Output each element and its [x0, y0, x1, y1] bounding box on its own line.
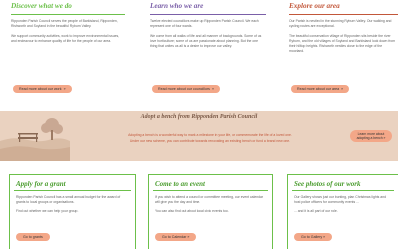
read-more-work-button[interactable]: Read more about our work» [13, 85, 72, 93]
read-more-area-button[interactable]: Read more about our area» [291, 85, 350, 93]
box-paragraph: If you wish to attend a council or commi… [155, 195, 263, 204]
column-text: Ripponden Parish Council serves the peop… [11, 19, 125, 44]
banner-text: Adopting a bench is a wonderful way to m… [90, 132, 330, 144]
grant-box: Apply for a grant Ripponden Parish Counc… [9, 174, 136, 249]
button-label: adopting a bench » [356, 136, 386, 141]
button-label: Go to Calendar [162, 235, 187, 239]
button-label: Read more about our work [19, 87, 62, 91]
box-rule [292, 190, 394, 191]
go-to-gallery-button[interactable]: Go to Gallery » [294, 233, 333, 241]
box-paragraph: Ripponden Parish Council has a small ann… [16, 195, 121, 204]
column-learn: Learn who we are Twelve elected councill… [150, 0, 266, 100]
column-paragraph: Ripponden Parish Council serves the peop… [11, 19, 118, 29]
adopt-bench-banner: Adopt a bench from Ripponden Parish Coun… [0, 111, 398, 161]
gallery-box: See photos of our work Our Gallery shows… [287, 174, 398, 249]
go-to-calendar-button[interactable]: Go to Calendar » [155, 233, 197, 241]
box-paragraph: You can also find out about local civic … [155, 209, 229, 213]
column-paragraph: We come from all walks of life and all m… [150, 34, 262, 49]
box-heading-event: Come to an event [155, 180, 205, 188]
column-rule [150, 14, 266, 15]
button-label: Go to grants [23, 235, 43, 239]
button-label: Read more about our area [297, 87, 340, 91]
column-paragraph: We support community activities, work to… [11, 34, 120, 44]
banner-title: Adopt a bench from Ripponden Parish Coun… [140, 114, 258, 120]
event-box: Come to an event If you wish to attend a… [148, 174, 273, 249]
button-label: Go to Gallery [301, 235, 323, 239]
column-rule [289, 14, 398, 15]
column-heading-learn: Learn who we are [150, 2, 204, 10]
box-text: If you wish to attend a council or commi… [149, 195, 272, 214]
adopt-bench-button[interactable]: Learn more about adopting a bench » [350, 130, 392, 142]
box-heading-gallery: See photos of our work [294, 180, 361, 188]
arrow-icon: » [323, 235, 326, 239]
column-heading-explore: Explore our area [289, 2, 340, 10]
read-more-councillors-button[interactable]: Read more about our councillors» [152, 85, 220, 93]
box-rule [153, 190, 268, 191]
box-heading-grant: Apply for a grant [16, 180, 66, 188]
column-discover: Discover what we do Ripponden Parish Cou… [11, 0, 125, 100]
box-text: Ripponden Parish Council has a small ann… [10, 195, 135, 214]
arrow-icon: » [63, 87, 66, 91]
column-heading-discover: Discover what we do [11, 2, 72, 10]
box-paragraph: Find out whether we can help your group. [16, 209, 79, 213]
column-paragraph: Twelve elected councillors make up Rippo… [150, 19, 259, 29]
column-rule [11, 14, 125, 15]
column-paragraph: The beautiful conservation village of Ri… [289, 34, 396, 54]
box-rule [14, 190, 131, 191]
column-explore: Explore our area Our Parish is nestled i… [289, 0, 398, 100]
column-paragraph: Our Parish is nestled in the stunning Ry… [289, 19, 392, 29]
arrow-icon: » [187, 235, 190, 239]
banner-line: Under our new scheme, you can contribute… [129, 139, 291, 143]
button-label: Read more about our councillors [158, 87, 210, 91]
column-text: Twelve elected councillors make up Rippo… [150, 19, 266, 49]
box-text: Our Gallery shows just our bunting, plan… [288, 195, 398, 214]
column-text: Our Parish is nestled in the stunning Ry… [289, 19, 398, 55]
arrow-icon: » [341, 87, 344, 91]
box-paragraph: Our Gallery shows just our bunting, plan… [294, 195, 386, 204]
go-to-grants-button[interactable]: Go to grants [16, 233, 50, 241]
arrow-icon: » [211, 87, 214, 91]
box-paragraph: ... and it is all part of our role. [294, 209, 338, 213]
arrow-icon: » [383, 136, 386, 141]
